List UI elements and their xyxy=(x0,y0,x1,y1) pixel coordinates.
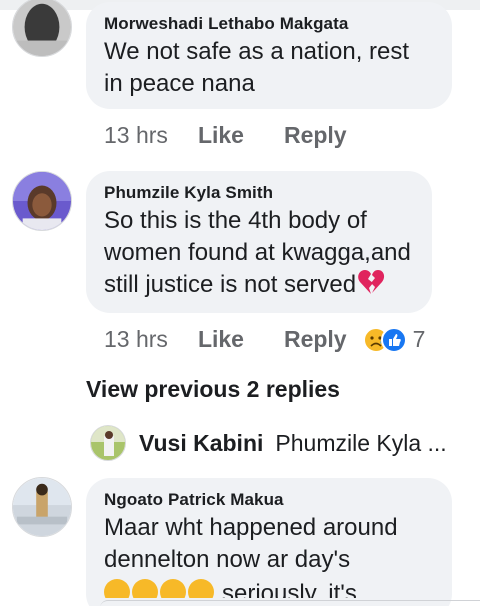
reaction-count: 7 xyxy=(412,326,426,352)
comment-text-cut: seriously, it's xyxy=(104,576,434,598)
reply-preview[interactable]: Vusi Kabini Phumzile Kyla ... xyxy=(90,425,447,461)
emoji-icon xyxy=(160,579,186,598)
emoji-icon xyxy=(104,579,130,598)
reply-author: Vusi Kabini xyxy=(139,429,264,456)
comment-time[interactable]: 13 hrs xyxy=(104,326,168,353)
comment-author[interactable]: Morweshadi Lethabo Makgata xyxy=(104,14,434,34)
comment-actions: 13 hrs Like Reply 7 xyxy=(104,326,425,353)
emoji-icon xyxy=(132,579,158,598)
comment-author[interactable]: Phumzile Kyla Smith xyxy=(104,183,414,203)
comment-text: Maar wht happened around dennelton now a… xyxy=(104,514,398,573)
comment-bubble: Ngoato Patrick Makua Maar wht happened a… xyxy=(86,478,452,606)
avatar-morweshadi[interactable] xyxy=(12,0,72,57)
like-reaction-icon xyxy=(380,326,407,353)
reactions-summary[interactable]: 7 xyxy=(362,326,426,353)
comment-bubble: Phumzile Kyla Smith So this is the 4th b… xyxy=(86,171,432,313)
emoji-icon xyxy=(188,579,214,598)
profile-photo xyxy=(13,172,71,230)
broken-heart-icon xyxy=(357,269,385,304)
avatar-vusi xyxy=(90,425,126,461)
avatar-ngoato[interactable] xyxy=(12,477,72,537)
reply-button[interactable]: Reply xyxy=(284,122,347,149)
comment-time[interactable]: 13 hrs xyxy=(104,122,168,149)
view-previous-replies-link[interactable]: View previous 2 replies xyxy=(86,376,340,403)
profile-photo xyxy=(13,0,71,56)
comment-bubble: Morweshadi Lethabo Makgata We not safe a… xyxy=(86,2,452,109)
avatar-phumzile[interactable] xyxy=(12,171,72,231)
composer-edge xyxy=(100,600,480,606)
reply-button[interactable]: Reply xyxy=(284,326,347,353)
comment-author[interactable]: Ngoato Patrick Makua xyxy=(104,490,434,510)
comment-text: So this is the 4th body of women found a… xyxy=(104,205,414,304)
comment-text: We not safe as a nation, rest in peace n… xyxy=(104,38,410,97)
profile-photo xyxy=(13,478,71,536)
like-button[interactable]: Like xyxy=(198,326,244,353)
reply-snippet: Phumzile Kyla ... xyxy=(275,429,447,456)
comment-actions: 13 hrs Like Reply xyxy=(104,122,387,149)
like-button[interactable]: Like xyxy=(198,122,244,149)
comment-text-continued: seriously, it's xyxy=(222,580,357,598)
